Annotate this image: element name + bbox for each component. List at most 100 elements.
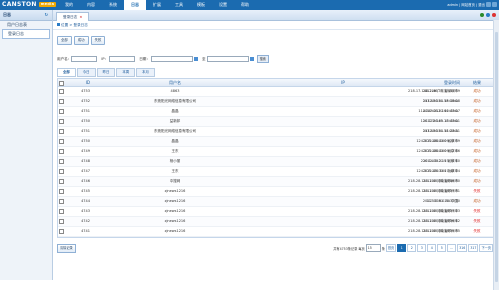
page-link[interactable]: 317 xyxy=(468,244,479,252)
nav-item[interactable]: 日志 xyxy=(124,0,146,10)
table-row[interactable]: 4750 晶晶 124.205.186.160 北京市 2012-06-01 09:2… xyxy=(58,137,494,147)
scrollbar-thumb[interactable] xyxy=(495,32,498,282)
tab-login-log[interactable]: 登录日志 × xyxy=(56,12,90,21)
reload-icon[interactable] xyxy=(486,13,490,17)
table-row[interactable]: 4741 zjnews1216 218.28.115.130 河南省郑州市 2012-… xyxy=(58,227,494,237)
header-time[interactable]: 登录时间 xyxy=(396,79,460,86)
page-link[interactable]: 2 xyxy=(407,244,417,252)
refresh-icon[interactable]: ↻ xyxy=(45,10,48,20)
nav-item[interactable]: 我的 xyxy=(58,0,80,10)
ip-input[interactable] xyxy=(109,56,136,62)
header-user[interactable]: 用户名 xyxy=(140,79,210,86)
home-icon[interactable] xyxy=(57,23,60,26)
period-tab[interactable]: 本周 xyxy=(116,68,136,77)
nav-item[interactable]: 扩展 xyxy=(146,0,168,10)
toolbar: 全部 成功 失败 xyxy=(57,36,106,45)
row-checkbox[interactable] xyxy=(59,87,65,96)
filter-button[interactable]: 成功 xyxy=(73,36,89,45)
close-all-icon[interactable] xyxy=(492,13,496,17)
table-row[interactable]: 4749 王东 124.205.186.160 北京市 2012-06-01 09:0… xyxy=(58,147,494,157)
sidebar-item[interactable]: 登录日志 xyxy=(2,29,50,39)
clear-records-button[interactable]: 清除记录 xyxy=(57,244,76,253)
page-link[interactable]: ... xyxy=(447,244,457,252)
row-checkbox[interactable] xyxy=(59,187,65,196)
table-row[interactable]: 4752 东莞阳光网络信息有限公司 113.83.254.58 IANA 2012-0… xyxy=(58,97,494,107)
per-page-select[interactable]: 15 xyxy=(365,244,381,252)
sidebar: 日志 ↻ 用户日志表 登录日志 xyxy=(0,10,53,280)
cell-time: 2012-06-01 11:23:31 xyxy=(422,129,460,133)
filter-button[interactable]: 失败 xyxy=(90,36,106,45)
page-link[interactable]: 下一页 xyxy=(479,244,493,252)
table-row[interactable]: 4744 zjnews1216 117.136.0.34 中国 2012-05-31 … xyxy=(58,197,494,207)
period-tab[interactable]: 昨日 xyxy=(96,68,116,77)
row-checkbox[interactable] xyxy=(59,107,65,116)
page-link[interactable]: 1 xyxy=(397,244,407,252)
nav-item[interactable]: 模板 xyxy=(190,0,212,10)
header-ip[interactable]: IP xyxy=(338,79,348,86)
add-icon[interactable] xyxy=(480,13,484,17)
row-checkbox[interactable] xyxy=(59,147,65,156)
page-link[interactable]: 5 xyxy=(437,244,447,252)
table-row[interactable]: 4751 晶晶 114.249.212.160 IANA 2012-06-01 14:… xyxy=(58,107,494,117)
cell-result: 失败 xyxy=(473,229,481,233)
row-checkbox[interactable] xyxy=(59,127,65,136)
table-row[interactable]: 4746 中搜网 218.28.115.130 河南省郑州市 2012-05-31 1… xyxy=(58,177,494,187)
cell-time: 2012-05-31 16:48:30 xyxy=(422,179,460,183)
end-date-input[interactable] xyxy=(206,56,249,62)
close-icon[interactable]: × xyxy=(79,15,82,19)
row-checkbox[interactable] xyxy=(59,97,65,106)
calendar-icon[interactable] xyxy=(193,57,198,61)
nav-item[interactable]: 内容 xyxy=(80,0,102,10)
table-row[interactable]: 4742 zjnews1216 218.28.115.130 河南省郑州市 2012-… xyxy=(58,217,494,227)
table-row[interactable]: 4750 益新邦 110.172.249.18 IANA 2012-06-01 13:… xyxy=(58,117,494,127)
row-checkbox[interactable] xyxy=(59,217,65,226)
row-checkbox[interactable] xyxy=(59,207,65,216)
table-row[interactable]: 4743 zjnews1216 218.28.115.130 河南省郑州市 2012-… xyxy=(58,207,494,217)
header-id[interactable]: ID xyxy=(70,79,90,86)
page-link[interactable]: 3 xyxy=(417,244,427,252)
vertical-scrollbar[interactable] xyxy=(493,20,499,290)
calendar-icon[interactable] xyxy=(249,57,254,61)
user-info[interactable]: admin | 网站首页 | 退出 xyxy=(447,0,485,10)
cell-id: 4742 xyxy=(81,219,90,223)
username-input[interactable] xyxy=(71,56,98,62)
minimize-icon[interactable] xyxy=(486,2,491,7)
row-checkbox[interactable] xyxy=(59,117,65,126)
top-bar: CANSTON media 我的 内容 系统 日志 扩展 工具 模板 设置 帮助 admin | … xyxy=(0,0,499,10)
maximize-icon[interactable] xyxy=(492,2,497,7)
table-row[interactable]: 4748 杨小丽 210.14.142.19 北京市 2012-05-31 23:36… xyxy=(58,157,494,167)
row-checkbox[interactable] xyxy=(59,157,65,166)
period-tab[interactable]: 全部 xyxy=(57,68,76,77)
table-row[interactable]: 4747 王东 124.205.186.160 北京市 2012-05-31 17:4… xyxy=(58,167,494,177)
cell-id: 4747 xyxy=(81,169,90,173)
page-link[interactable]: 4 xyxy=(427,244,437,252)
table-row[interactable]: 4745 zjnews1216 218.28.115.130 河南省郑州市 2012-… xyxy=(58,187,494,197)
row-checkbox[interactable] xyxy=(59,137,65,146)
row-checkbox[interactable] xyxy=(59,197,65,206)
cell-time: 2012-06-01 15:15:59 xyxy=(422,89,460,93)
page-link[interactable]: 首页 xyxy=(385,244,397,252)
header-result[interactable]: 结果 xyxy=(464,79,490,86)
nav-item[interactable]: 设置 xyxy=(212,0,234,10)
page-link[interactable]: 316 xyxy=(457,244,468,252)
period-tab[interactable]: 今日 xyxy=(76,68,96,77)
cell-id: 4751 xyxy=(81,129,90,133)
cell-id: 4751 xyxy=(81,109,90,113)
row-checkbox[interactable] xyxy=(59,177,65,186)
search-button[interactable]: 搜索 xyxy=(256,55,269,63)
pagination: 共有4753条记录 每页 15 条 首页 1 2 3 4 5... 316 317 下一页 xyxy=(333,244,493,252)
select-all-checkbox[interactable] xyxy=(59,79,65,86)
cell-id: 4750 xyxy=(81,119,90,123)
start-date-input[interactable] xyxy=(150,56,193,62)
row-checkbox[interactable] xyxy=(59,227,65,236)
row-checkbox[interactable] xyxy=(59,167,65,176)
cell-result: 成功 xyxy=(473,149,481,153)
table-row[interactable]: 4753 4863 218.17.148.216 广东省深圳市 2012-06-01 … xyxy=(58,87,494,97)
sidebar-item[interactable]: 用户日志表 xyxy=(0,21,52,29)
period-tab[interactable]: 本月 xyxy=(136,68,155,77)
nav-item[interactable]: 工具 xyxy=(168,0,190,10)
nav-item[interactable]: 系统 xyxy=(102,0,124,10)
table-row[interactable]: 4751 东莞阳光网络信息有限公司 113.83.254.58 IANA 2012-0… xyxy=(58,127,494,137)
nav-item[interactable]: 帮助 xyxy=(234,0,256,10)
filter-button[interactable]: 全部 xyxy=(57,36,72,45)
